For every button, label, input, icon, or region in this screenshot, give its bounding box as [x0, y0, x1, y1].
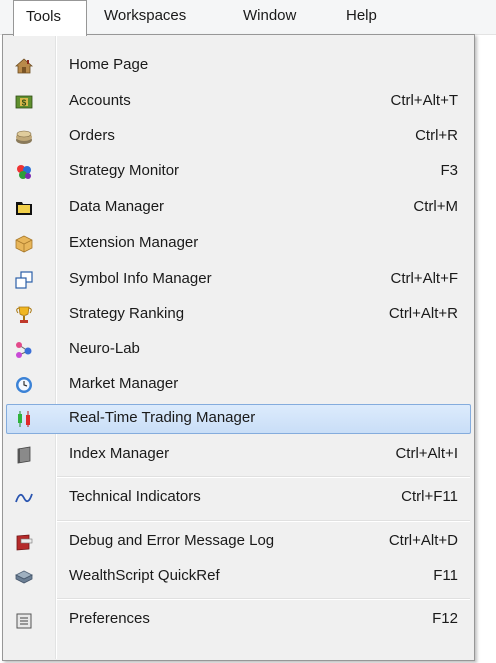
- menu-item-real-time-trading-manager[interactable]: Real-Time Trading Manager: [6, 404, 471, 434]
- menu-item-shortcut: Ctrl+Alt+I: [395, 445, 458, 462]
- dollar-icon: $: [15, 95, 33, 109]
- wave-icon: [15, 493, 33, 503]
- quickref-icon: [15, 570, 33, 584]
- menu-item-extension-manager[interactable]: Extension Manager: [6, 229, 471, 259]
- menu-bar: Tools Workspaces Window Help: [0, 0, 496, 36]
- menu-item-debug-log[interactable]: Debug and Error Message Log Ctrl+Alt+D: [6, 527, 471, 557]
- menu-item-label: Strategy Ranking: [69, 305, 185, 322]
- preferences-icon: [16, 613, 32, 629]
- menu-item-neuro-lab[interactable]: Neuro-Lab: [6, 335, 471, 365]
- clock-icon: [16, 377, 32, 393]
- menu-item-label: Data Manager: [69, 198, 165, 215]
- menu-item-label: Technical Indicators: [69, 488, 201, 505]
- menu-help[interactable]: Help: [346, 0, 377, 34]
- menu-item-shortcut: F11: [433, 567, 458, 584]
- menu-item-symbol-info-manager[interactable]: Symbol Info Manager Ctrl+Alt+F: [6, 265, 471, 295]
- home-icon: [15, 58, 33, 74]
- menu-separator: [57, 520, 470, 522]
- menu-item-home-page[interactable]: Home Page: [6, 51, 471, 81]
- candlestick-icon: [18, 411, 30, 427]
- menu-item-label: Index Manager: [69, 445, 170, 462]
- menu-item-label: Debug and Error Message Log: [69, 532, 275, 549]
- menu-workspaces[interactable]: Workspaces: [104, 0, 186, 34]
- menu-item-shortcut: Ctrl+M: [413, 198, 458, 215]
- menu-item-wealthscript-quickref[interactable]: WealthScript QuickRef F11: [6, 562, 471, 592]
- menu-item-label: Symbol Info Manager: [69, 270, 212, 287]
- menu-item-label: Home Page: [69, 56, 149, 73]
- strategy-monitor-icon: [17, 165, 31, 179]
- menu-item-preferences[interactable]: Preferences F12: [6, 605, 471, 635]
- trophy-icon: [16, 306, 32, 323]
- folder-icon: [16, 202, 32, 215]
- menu-item-label: WealthScript QuickRef: [69, 567, 220, 584]
- menu-item-strategy-monitor[interactable]: Strategy Monitor F3: [6, 157, 471, 187]
- menu-item-label: Orders: [69, 127, 115, 144]
- menu-separator: [57, 476, 470, 478]
- menu-item-orders[interactable]: Orders Ctrl+R: [6, 122, 471, 152]
- menu-item-shortcut: Ctrl+F11: [401, 488, 458, 505]
- package-icon: [15, 235, 33, 253]
- menu-item-label: Neuro-Lab: [69, 340, 140, 357]
- menu-window[interactable]: Window: [243, 0, 296, 34]
- menu-item-data-manager[interactable]: Data Manager Ctrl+M: [6, 193, 471, 223]
- menu-item-label: Strategy Monitor: [69, 162, 180, 179]
- menu-item-strategy-ranking[interactable]: Strategy Ranking Ctrl+Alt+R: [6, 300, 471, 330]
- svg-text:$: $: [22, 99, 27, 108]
- menu-item-label: Extension Manager: [69, 234, 199, 251]
- menu-item-label: Market Manager: [69, 375, 179, 392]
- menu-item-label: Preferences: [69, 610, 150, 627]
- menu-tools[interactable]: Tools: [13, 0, 87, 36]
- menu-item-label: Real-Time Trading Manager: [69, 409, 256, 426]
- menu-separator: [57, 598, 470, 600]
- menu-item-index-manager[interactable]: Index Manager Ctrl+Alt+I: [6, 440, 471, 470]
- menu-item-market-manager[interactable]: Market Manager: [6, 370, 471, 400]
- menu-item-shortcut: F3: [440, 162, 458, 179]
- neural-network-icon: [16, 342, 32, 358]
- menu-item-shortcut: Ctrl+Alt+R: [388, 305, 458, 322]
- menu-item-shortcut: Ctrl+R: [415, 127, 458, 144]
- orders-icon: [16, 130, 32, 144]
- windows-icon: [15, 271, 33, 289]
- menu-item-shortcut: Ctrl+Alt+T: [390, 92, 458, 109]
- menu-item-technical-indicators[interactable]: Technical Indicators Ctrl+F11: [6, 483, 471, 513]
- log-book-icon: [16, 534, 33, 551]
- menu-item-shortcut: Ctrl+Alt+F: [390, 270, 458, 287]
- tools-dropdown-menu: Home Page $ Accounts Ctrl+Alt+T Orders C…: [2, 34, 475, 661]
- menu-item-shortcut: F12: [432, 610, 458, 627]
- menu-item-label: Accounts: [69, 92, 131, 109]
- menu-item-accounts[interactable]: $ Accounts Ctrl+Alt+T: [6, 87, 471, 117]
- menu-item-shortcut: Ctrl+Alt+D: [388, 532, 458, 549]
- book-icon: [17, 446, 31, 464]
